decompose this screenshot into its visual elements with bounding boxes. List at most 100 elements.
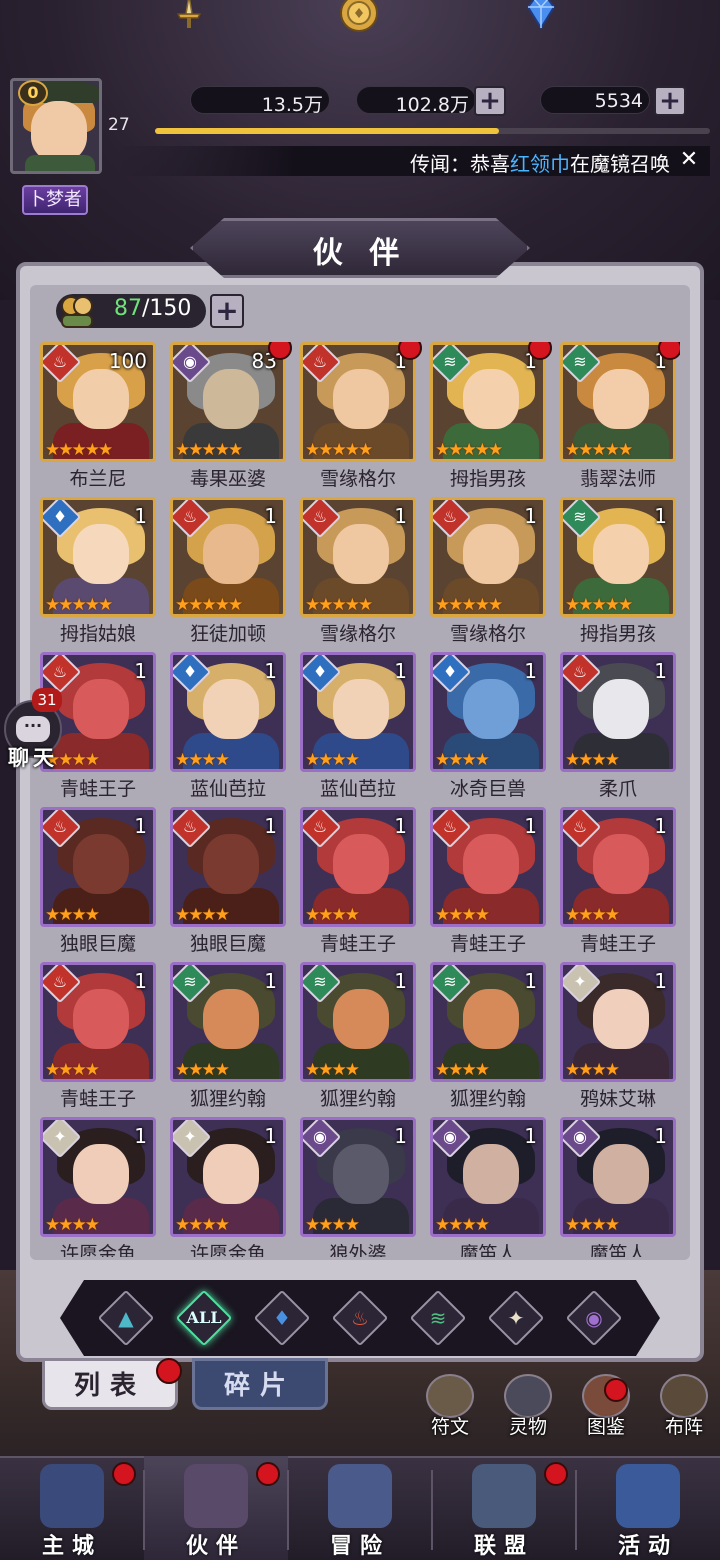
hero-face bbox=[203, 1144, 259, 1204]
hero-portrait[interactable]: ≋ 1 ★★★★ bbox=[170, 962, 286, 1082]
shadow-element-icon: ◉ bbox=[585, 1306, 603, 1330]
hero-level: 1 bbox=[654, 814, 667, 838]
hero-card[interactable]: ♦ 1 ★★★★ 蓝仙芭拉 bbox=[300, 652, 416, 802]
hero-card[interactable]: ≋ 1 ★★★★ 狐狸约翰 bbox=[300, 962, 416, 1112]
nav-item-4[interactable]: 活动 bbox=[576, 1456, 720, 1560]
hero-portrait[interactable]: ≋ 1 ★★★★ bbox=[430, 962, 546, 1082]
hero-portrait[interactable]: ♨ 1 ★★★★★ bbox=[170, 497, 286, 617]
add-diamond-button[interactable]: + bbox=[654, 86, 686, 116]
hero-portrait[interactable]: ✦ 1 ★★★★ bbox=[40, 1117, 156, 1237]
hero-face bbox=[73, 1144, 129, 1204]
hero-stars: ★★★★★ bbox=[565, 440, 633, 460]
hero-card[interactable]: ♦ 1 ★★★★ 冰奇巨兽 bbox=[430, 652, 546, 802]
hero-portrait[interactable]: ♨ 1 ★★★★ bbox=[560, 807, 676, 927]
hero-card[interactable]: ≋ 1 ★★★★★ 拇指男孩 bbox=[560, 497, 676, 647]
hero-level: 1 bbox=[264, 969, 277, 993]
vip-badge[interactable]: 0 bbox=[18, 80, 48, 106]
hero-card[interactable]: ♨ 1 ★★★★ 青蛙王子 bbox=[300, 807, 416, 957]
hero-portrait[interactable]: ♨ 1 ★★★★ bbox=[40, 962, 156, 1082]
shadow-element-glyph: ◉ bbox=[183, 352, 197, 371]
player-title-tag[interactable]: 卜梦者 bbox=[22, 185, 88, 215]
hero-portrait[interactable]: ♨ 1 ★★★★★ bbox=[430, 497, 546, 617]
hero-card[interactable]: ≋ 1 ★★★★ 狐狸约翰 bbox=[170, 962, 286, 1112]
hero-card[interactable]: ♨ 1 ★★★★★ 狂徒加顿 bbox=[170, 497, 286, 647]
hero-portrait[interactable]: ♨ 1 ★★★★★ bbox=[300, 342, 416, 462]
compass-icon bbox=[328, 1464, 392, 1528]
hero-portrait[interactable]: ♦ 1 ★★★★ bbox=[430, 652, 546, 772]
hero-portrait[interactable]: ✦ 1 ★★★★ bbox=[170, 1117, 286, 1237]
filter-light-button[interactable]: ✦ bbox=[487, 1289, 545, 1347]
filter-all-button[interactable]: ALL bbox=[175, 1289, 233, 1347]
hero-portrait[interactable]: ◉ 1 ★★★★ bbox=[430, 1117, 546, 1237]
codex-label: 图鉴 bbox=[586, 1416, 625, 1438]
hero-face bbox=[463, 524, 519, 584]
diamond-value: 5534 bbox=[594, 90, 643, 112]
hero-level: 1 bbox=[524, 814, 537, 838]
add-gold-button[interactable]: + bbox=[474, 86, 506, 116]
hero-card[interactable]: ✦ 1 ★★★★ 许愿金鱼 bbox=[40, 1117, 156, 1257]
hero-card[interactable]: ◉ 1 ★★★★ 魔笛人 bbox=[430, 1117, 546, 1257]
hero-portrait[interactable]: ♦ 1 ★★★★★ bbox=[40, 497, 156, 617]
tab-fragments[interactable]: 碎片 bbox=[192, 1358, 328, 1410]
filter-fire-button[interactable]: ♨ bbox=[331, 1289, 389, 1347]
hero-card[interactable]: ✦ 1 ★★★★ 许愿金鱼 bbox=[170, 1117, 286, 1257]
hero-portrait[interactable]: ≋ 1 ★★★★★ bbox=[430, 342, 546, 462]
hero-card[interactable]: ♨ 1 ★★★★ 青蛙王子 bbox=[430, 807, 546, 957]
spirit-button[interactable]: 灵物 bbox=[496, 1372, 560, 1438]
hero-portrait[interactable]: ♨ 1 ★★★★ bbox=[430, 807, 546, 927]
hero-card[interactable]: ≋ 1 ★★★★★ 翡翠法师 bbox=[560, 342, 680, 492]
hero-card[interactable]: ♨ 1 ★★★★★ 雪缘格尔 bbox=[430, 497, 546, 647]
hero-card[interactable]: ✦ 1 ★★★★ 鸦妹艾琳 bbox=[560, 962, 676, 1112]
hero-portrait[interactable]: ≋ 1 ★★★★★ bbox=[560, 497, 676, 617]
hero-card[interactable]: ♨ 1 ★★★★★ 雪缘格尔 bbox=[300, 497, 416, 647]
hero-portrait[interactable]: ♨ 1 ★★★★ bbox=[560, 652, 676, 772]
filter-wind-button[interactable]: ≋ bbox=[409, 1289, 467, 1347]
hero-card[interactable]: ♨ 100 ★★★★★ 布兰尼 bbox=[40, 342, 156, 492]
hero-face bbox=[463, 679, 519, 739]
hero-name: 翡翠法师 bbox=[579, 468, 656, 490]
hero-portrait[interactable]: ♦ 1 ★★★★ bbox=[300, 652, 416, 772]
hero-portrait[interactable]: ♨ 1 ★★★★ bbox=[170, 807, 286, 927]
nav-item-2[interactable]: 冒险 bbox=[288, 1456, 432, 1560]
hero-card[interactable]: ♨ 1 ★★★★★ 雪缘格尔 bbox=[300, 342, 422, 492]
expand-partner-slots-button[interactable]: + bbox=[210, 294, 244, 328]
formation-button[interactable]: 布阵 bbox=[652, 1372, 716, 1438]
hero-name: 青蛙王子 bbox=[59, 1088, 136, 1110]
hero-portrait[interactable]: ✦ 1 ★★★★ bbox=[560, 962, 676, 1082]
hero-face bbox=[463, 834, 519, 894]
hero-card[interactable]: ♨ 1 ★★★★ 青蛙王子 bbox=[40, 962, 156, 1112]
hero-card[interactable]: ♨ 1 ★★★★ 青蛙王子 bbox=[560, 807, 676, 957]
hero-card[interactable]: ♦ 1 ★★★★★ 拇指姑娘 bbox=[40, 497, 156, 647]
hero-level: 1 bbox=[134, 1124, 147, 1148]
hero-portrait[interactable]: ≋ 1 ★★★★★ bbox=[560, 342, 676, 462]
rumor-close-icon[interactable]: ✕ bbox=[678, 149, 700, 171]
hero-portrait[interactable]: ◉ 83 ★★★★★ bbox=[170, 342, 286, 462]
gold-coin-icon bbox=[340, 0, 378, 32]
hero-portrait[interactable]: ◉ 1 ★★★★ bbox=[560, 1117, 676, 1237]
hero-face bbox=[333, 524, 389, 584]
hero-portrait[interactable]: ♨ 1 ★★★★ bbox=[40, 807, 156, 927]
hero-card[interactable]: ◉ 1 ★★★★ 魔笛人 bbox=[560, 1117, 676, 1257]
hero-card[interactable]: ♦ 1 ★★★★ 蓝仙芭拉 bbox=[170, 652, 286, 802]
hero-card[interactable]: ◉ 83 ★★★★★ 毒果巫婆 bbox=[170, 342, 292, 492]
hero-level: 1 bbox=[654, 504, 667, 528]
hero-portrait[interactable]: ♨ 100 ★★★★★ bbox=[40, 342, 156, 462]
hero-card[interactable]: ♨ 1 ★★★★ 柔爪 bbox=[560, 652, 676, 802]
hero-portrait[interactable]: ◉ 1 ★★★★ bbox=[300, 1117, 416, 1237]
partner-count-total: /150 bbox=[142, 296, 192, 321]
chat-label[interactable]: 聊天 bbox=[8, 742, 62, 772]
hero-card[interactable]: ≋ 1 ★★★★★ 拇指男孩 bbox=[430, 342, 552, 492]
filter-shadow-button[interactable]: ◉ bbox=[565, 1289, 623, 1347]
hero-portrait[interactable]: ≋ 1 ★★★★ bbox=[300, 962, 416, 1082]
hero-card[interactable]: ♨ 1 ★★★★ 独眼巨魔 bbox=[170, 807, 286, 957]
rune-button[interactable]: 符文 bbox=[418, 1372, 482, 1438]
hero-card[interactable]: ≋ 1 ★★★★ 狐狸约翰 bbox=[430, 962, 546, 1112]
hero-card[interactable]: ◉ 1 ★★★★ 狼外婆 bbox=[300, 1117, 416, 1257]
filter-neutral-button[interactable]: ▲ bbox=[97, 1289, 155, 1347]
hero-portrait[interactable]: ♨ 1 ★★★★ bbox=[300, 807, 416, 927]
filter-water-button[interactable]: ♦ bbox=[253, 1289, 311, 1347]
hero-portrait[interactable]: ♦ 1 ★★★★ bbox=[170, 652, 286, 772]
hero-card[interactable]: ♨ 1 ★★★★ 独眼巨魔 bbox=[40, 807, 156, 957]
wind-element-glyph: ≋ bbox=[313, 972, 327, 991]
hero-portrait[interactable]: ♨ 1 ★★★★★ bbox=[300, 497, 416, 617]
